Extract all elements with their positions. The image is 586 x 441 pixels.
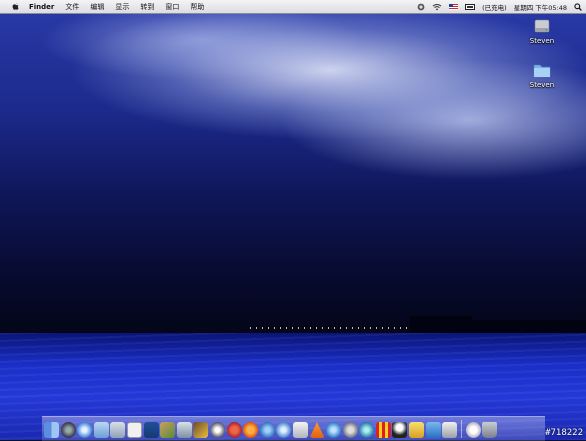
menu-view[interactable]: 显示 (115, 2, 129, 12)
menu-clock[interactable]: 星期四 下午05:48 (514, 2, 567, 12)
firefox-icon[interactable] (226, 422, 242, 438)
desktop-icon-label: Steven (529, 81, 555, 89)
messenger-icon[interactable] (392, 422, 408, 438)
iphoto-icon[interactable] (160, 422, 176, 438)
folder-icon[interactable] (409, 422, 425, 438)
desktop-icon-label: Steven (529, 37, 555, 45)
status-menus: (已充电) 星期四 下午05:48 (417, 0, 586, 13)
qq-icon[interactable] (375, 422, 391, 438)
applications-icon[interactable] (442, 422, 458, 438)
safari-icon[interactable] (77, 422, 93, 438)
forward-icon[interactable] (326, 422, 342, 438)
finder-icon[interactable] (44, 422, 59, 438)
desktop-icon-folder[interactable]: Steven (522, 61, 562, 89)
dock (44, 418, 499, 438)
vlc-icon[interactable] (309, 422, 325, 438)
mail-icon[interactable] (93, 422, 109, 438)
menu-bar: Finder 文件 编辑 显示 转到 窗口 帮助 (已充电) 星期四 下午05:… (0, 0, 586, 14)
watermark: #718222 (545, 428, 583, 438)
app-store-icon[interactable] (126, 422, 142, 438)
menu-window[interactable]: 窗口 (165, 2, 179, 12)
photobooth-icon[interactable] (359, 422, 375, 438)
menu-help[interactable]: 帮助 (190, 2, 204, 12)
battery-status[interactable]: (已充电) (482, 2, 507, 12)
chrome-icon[interactable] (243, 422, 259, 438)
dashboard-icon[interactable] (60, 422, 76, 438)
quicktime-icon[interactable] (209, 422, 225, 438)
hard-drive-icon (534, 19, 550, 33)
input-menu-icon[interactable] (417, 3, 425, 11)
system-prefs-icon[interactable] (342, 422, 358, 438)
messages-icon[interactable] (292, 422, 308, 438)
us-flag-icon[interactable] (449, 3, 459, 10)
battery-icon[interactable] (465, 3, 476, 10)
spotlight-icon[interactable] (574, 2, 582, 11)
address-book-icon[interactable] (110, 422, 126, 438)
city-lights (250, 327, 420, 329)
preview-icon[interactable] (193, 422, 209, 438)
downloads-icon[interactable] (465, 422, 481, 438)
globe-icon[interactable] (276, 422, 292, 438)
ical-icon[interactable] (143, 422, 159, 438)
apple-menu-icon[interactable] (11, 2, 21, 11)
dock-separator (460, 420, 462, 438)
menu-go[interactable]: 转到 (140, 2, 154, 12)
menu-edit[interactable]: 编辑 (90, 2, 104, 12)
network-icon[interactable] (259, 422, 275, 438)
desktop-icon-hard-drive[interactable]: Steven (522, 17, 562, 45)
itunes-icon[interactable] (176, 422, 192, 438)
wifi-icon[interactable] (432, 3, 442, 11)
utilities-icon[interactable] (425, 422, 441, 438)
menu-file[interactable]: 文件 (65, 2, 79, 12)
trash-icon[interactable] (482, 422, 498, 438)
menu-app-name[interactable]: Finder (29, 3, 54, 11)
folder-icon (533, 64, 551, 78)
